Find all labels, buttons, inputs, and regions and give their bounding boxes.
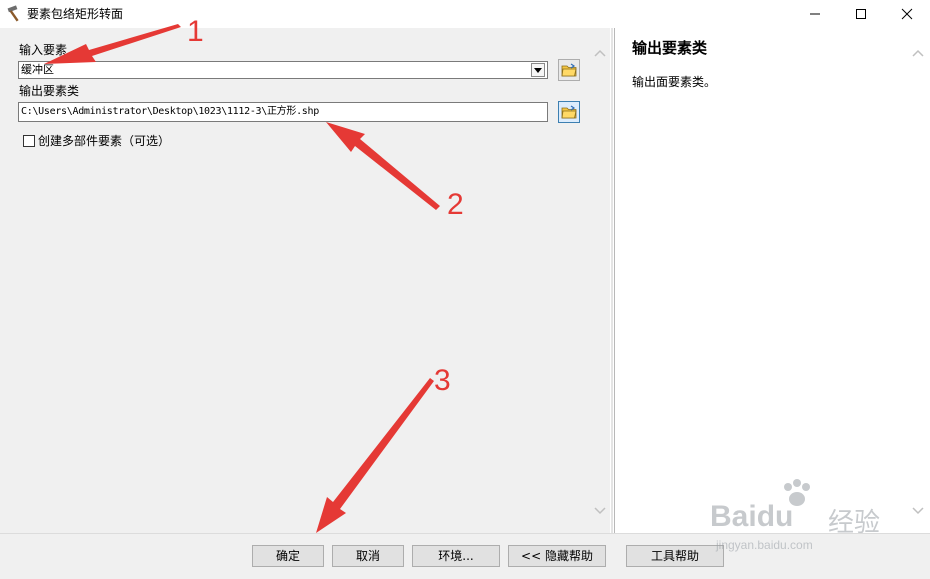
annotation-label-3: 3 [434,364,451,397]
annotation-arrow-1 [44,24,181,64]
watermark-url: jingyan.baidu.com [716,538,813,552]
annotation-arrow-2 [326,122,440,210]
watermark-cn: 经验 [828,508,881,538]
annotation-label-2: 2 [447,188,464,221]
baidu-watermark: Baidu 经验 jingyan.baidu.com [710,478,910,558]
watermark-brand2: du [756,500,794,533]
annotation-arrow-3 [316,378,434,533]
watermark-brand: Bai [710,500,757,533]
annotation-label-1: 1 [187,15,204,48]
